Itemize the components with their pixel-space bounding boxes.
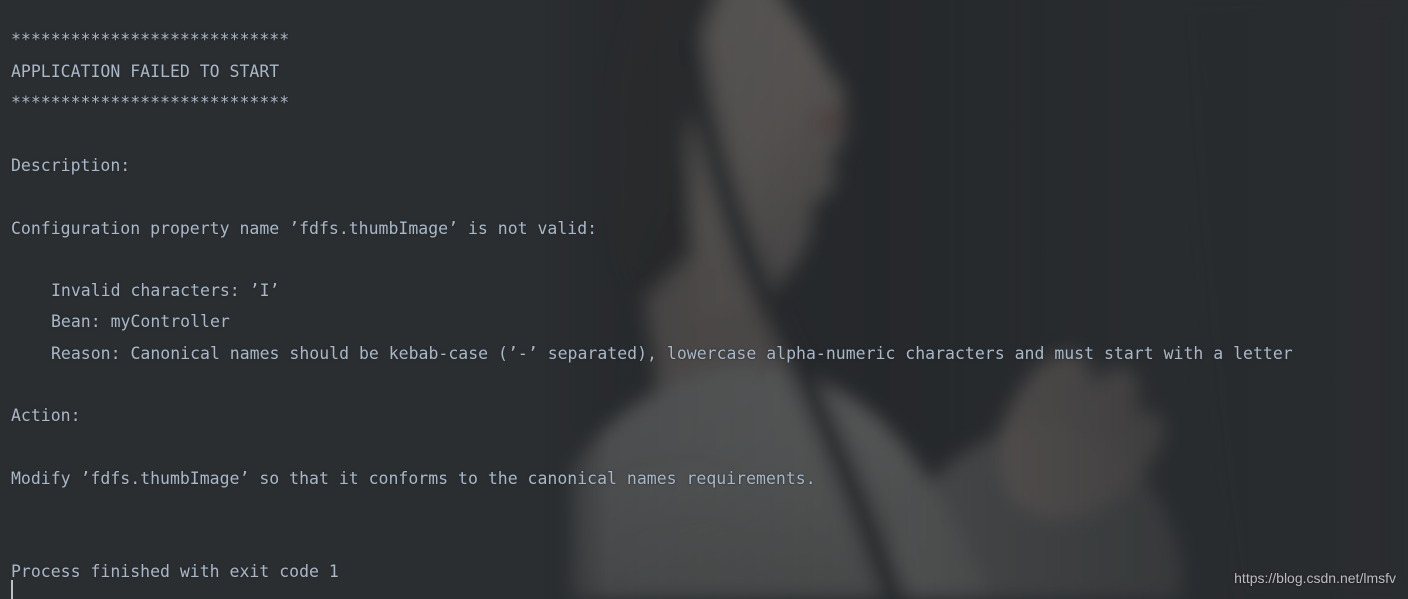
console-line: Configuration property name ’fdfs.thumbI… — [11, 219, 598, 238]
console-line: APPLICATION FAILED TO START — [11, 62, 280, 81]
console-line: Bean: myController — [51, 312, 230, 331]
console-line: Action: — [11, 406, 81, 425]
console-line: **************************** — [11, 30, 290, 49]
blog-watermark: https://blog.csdn.net/lmsfv — [1234, 570, 1396, 586]
console-line: Process finished with exit code 1 — [11, 562, 339, 581]
console-line: Modify ’fdfs.thumbImage’ so that it conf… — [11, 469, 816, 488]
console-line: **************************** — [11, 93, 290, 112]
run-console-panel[interactable]: **************************** APPLICATION… — [0, 0, 1408, 599]
text-caret — [11, 580, 13, 599]
console-line: Invalid characters: ’I’ — [51, 281, 280, 300]
console-line: Reason: Canonical names should be kebab-… — [51, 344, 1293, 363]
console-line: Description: — [11, 156, 131, 175]
console-output[interactable]: **************************** APPLICATION… — [0, 0, 1408, 599]
